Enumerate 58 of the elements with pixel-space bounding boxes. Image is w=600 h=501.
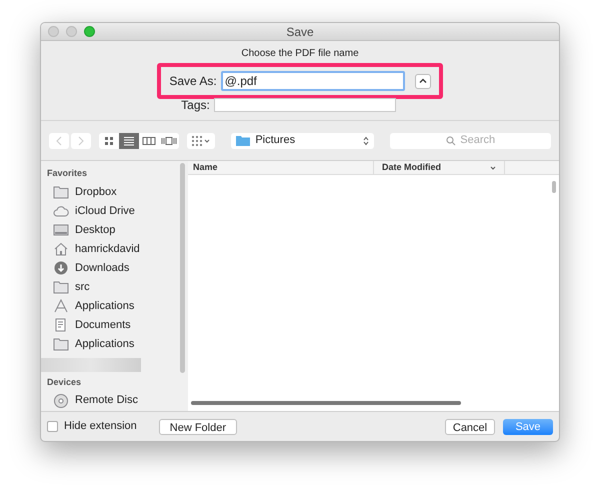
expand-toggle-button[interactable] — [414, 74, 431, 88]
list-icon — [122, 136, 135, 146]
search-icon — [446, 136, 456, 146]
disc-icon — [53, 394, 69, 408]
zoom-window-icon[interactable] — [84, 26, 95, 37]
column-header[interactable]: Name — [188, 161, 374, 174]
folder-icon — [53, 337, 69, 351]
sidebar-item[interactable]: Desktop — [47, 220, 188, 240]
folder-icon — [53, 185, 69, 199]
sidebar-item[interactable]: Applications — [47, 296, 188, 316]
location-dropdown[interactable]: Pictures — [231, 132, 374, 148]
arrange-button[interactable] — [186, 132, 216, 148]
sidebar-item[interactable]: Downloads — [47, 258, 188, 278]
chevron-down-icon — [204, 138, 210, 142]
folder-icon — [236, 135, 250, 146]
sidebar-item[interactable]: Remote Disc — [47, 391, 188, 410]
tags-label: Tags: — [181, 97, 210, 114]
cancel-button[interactable]: Cancel — [445, 418, 495, 434]
hide-extension-checkbox[interactable]: Hide extension — [47, 418, 137, 435]
icon-grid-icon — [102, 136, 115, 146]
home-icon — [53, 242, 69, 256]
coverflow-icon — [160, 136, 177, 146]
forward-button[interactable] — [71, 132, 91, 148]
close-window-icon[interactable] — [48, 26, 59, 37]
minimize-window-icon[interactable] — [66, 26, 77, 37]
chevron-left-icon — [56, 136, 62, 146]
sidebar-section-title: Favorites — [47, 167, 88, 180]
back-button[interactable] — [49, 132, 69, 148]
save-as-label: Save As: — [169, 73, 217, 90]
tags-input[interactable] — [214, 98, 396, 112]
view-mode-button[interactable] — [158, 132, 179, 148]
horizontal-scrollbar[interactable] — [191, 401, 461, 405]
column-header[interactable]: Date Modified — [374, 161, 505, 174]
window-title: Save — [286, 24, 314, 40]
caret-icon — [418, 78, 427, 84]
new-folder-button[interactable]: New Folder — [158, 418, 238, 434]
sidebar-item[interactable]: src — [47, 278, 188, 296]
columns-icon — [142, 136, 156, 146]
sidebar-item[interactable]: Documents — [47, 316, 188, 334]
sidebar-item[interactable]: Dropbox — [47, 182, 188, 202]
filename-input[interactable]: @.pdf — [220, 71, 405, 91]
sidebar-section-title: Devices — [47, 376, 82, 388]
sidebar-item[interactable]: hamrickdavid — [47, 240, 188, 258]
view-mode-button[interactable] — [118, 132, 139, 148]
vertical-scrollbar[interactable] — [552, 181, 556, 193]
sidebar-scrollbar[interactable] — [180, 163, 185, 373]
download-icon — [53, 261, 69, 275]
applications-icon — [53, 299, 69, 313]
cloud-icon — [53, 204, 69, 218]
up-down-arrows-icon — [363, 136, 370, 146]
prompt-text: Choose the PDF file name — [241, 48, 359, 60]
chevron-right-icon — [78, 136, 84, 146]
sidebar-item[interactable]: iCloud Drive — [47, 202, 188, 220]
sort-chevron-icon — [490, 166, 496, 170]
grid-icon — [192, 136, 202, 146]
desktop-icon — [53, 223, 69, 237]
sidebar-item[interactable]: Applications — [47, 334, 188, 354]
folder-icon — [53, 280, 69, 294]
